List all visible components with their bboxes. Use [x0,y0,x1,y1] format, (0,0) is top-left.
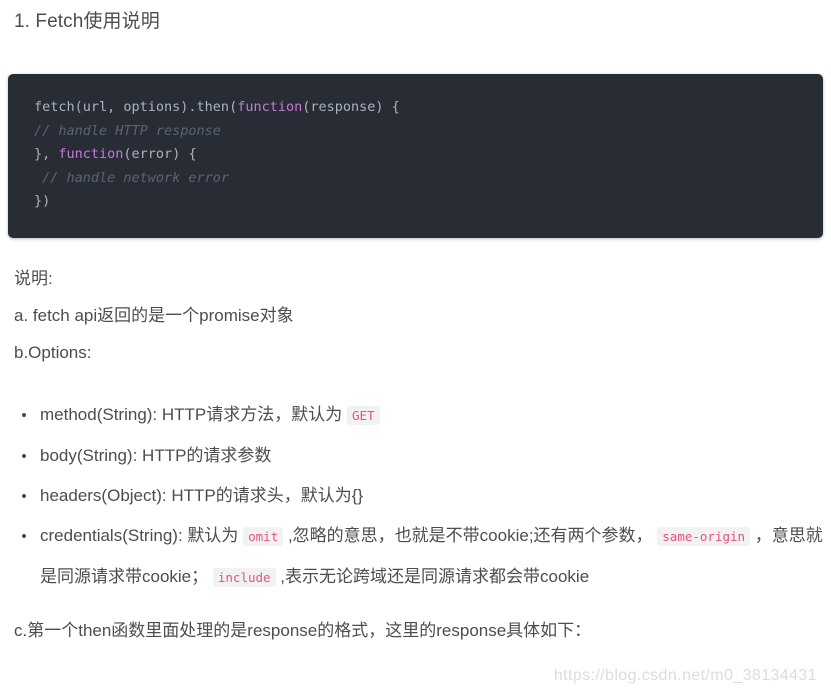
code-token-plain: (error) { [123,146,197,162]
inline-code: GET [347,405,380,425]
code-line: // handle network error [8,167,823,191]
paragraph-item-b: b.Options: [14,342,92,362]
options-list: method(String): HTTP请求方法，默认为 GET body(St… [14,395,823,598]
article-page: 1. Fetch使用说明 fetch(url, options).then(fu… [0,0,831,692]
code-line: fetch(url, options).then(function(respon… [8,96,823,120]
paragraph-item-c: c.第一个then函数里面处理的是response的格式，这里的response… [14,620,592,640]
list-item: headers(Object): HTTP的请求头，默认为{} [14,476,823,516]
list-item-text: credentials(String): 默认为 [40,525,244,545]
code-token-plain: (response) { [302,99,400,115]
list-item-text: ,表示无论跨域还是同源请求都会带cookie [275,566,590,586]
code-token-plain: }) [34,193,51,209]
code-token-keyword: function [237,99,303,115]
inline-code: same-origin [657,526,751,546]
code-line: }, function(error) { [8,143,823,167]
code-token-comment: // handle HTTP response [34,122,221,139]
list-item: method(String): HTTP请求方法，默认为 GET [14,395,823,436]
prose-section: 说明: a. fetch api返回的是一个promise对象 b.Option… [8,260,823,646]
page-title: 1. Fetch使用说明 [14,11,160,32]
code-token-plain: }, [34,146,59,162]
inline-code: omit [243,526,284,546]
code-token-comment: // handle network error [34,169,230,186]
list-item-text: method(String): HTTP请求方法，默认为 [40,404,347,424]
paragraph-item-a: a. fetch api返回的是一个promise对象 [14,305,294,325]
code-block: fetch(url, options).then(function(respon… [8,74,823,238]
list-item: body(String): HTTP的请求参数 [14,436,823,476]
code-token-plain: fetch(url, options).then( [34,99,238,115]
note-label: 说明: [14,268,53,288]
code-line: // handle HTTP response [8,120,823,144]
list-item-text: body(String): HTTP的请求参数 [40,445,272,465]
watermark: https://blog.csdn.net/m0_38134431 [553,667,817,684]
list-item: credentials(String): 默认为 omit ,忽略的意思，也就是… [14,516,823,598]
code-token-keyword: function [58,146,124,162]
list-item-text: headers(Object): HTTP的请求头，默认为{} [40,485,364,505]
code-line: }) [8,190,823,214]
inline-code: include [212,567,276,587]
list-item-text: ,忽略的意思，也就是不带cookie;还有两个参数， [283,525,658,545]
